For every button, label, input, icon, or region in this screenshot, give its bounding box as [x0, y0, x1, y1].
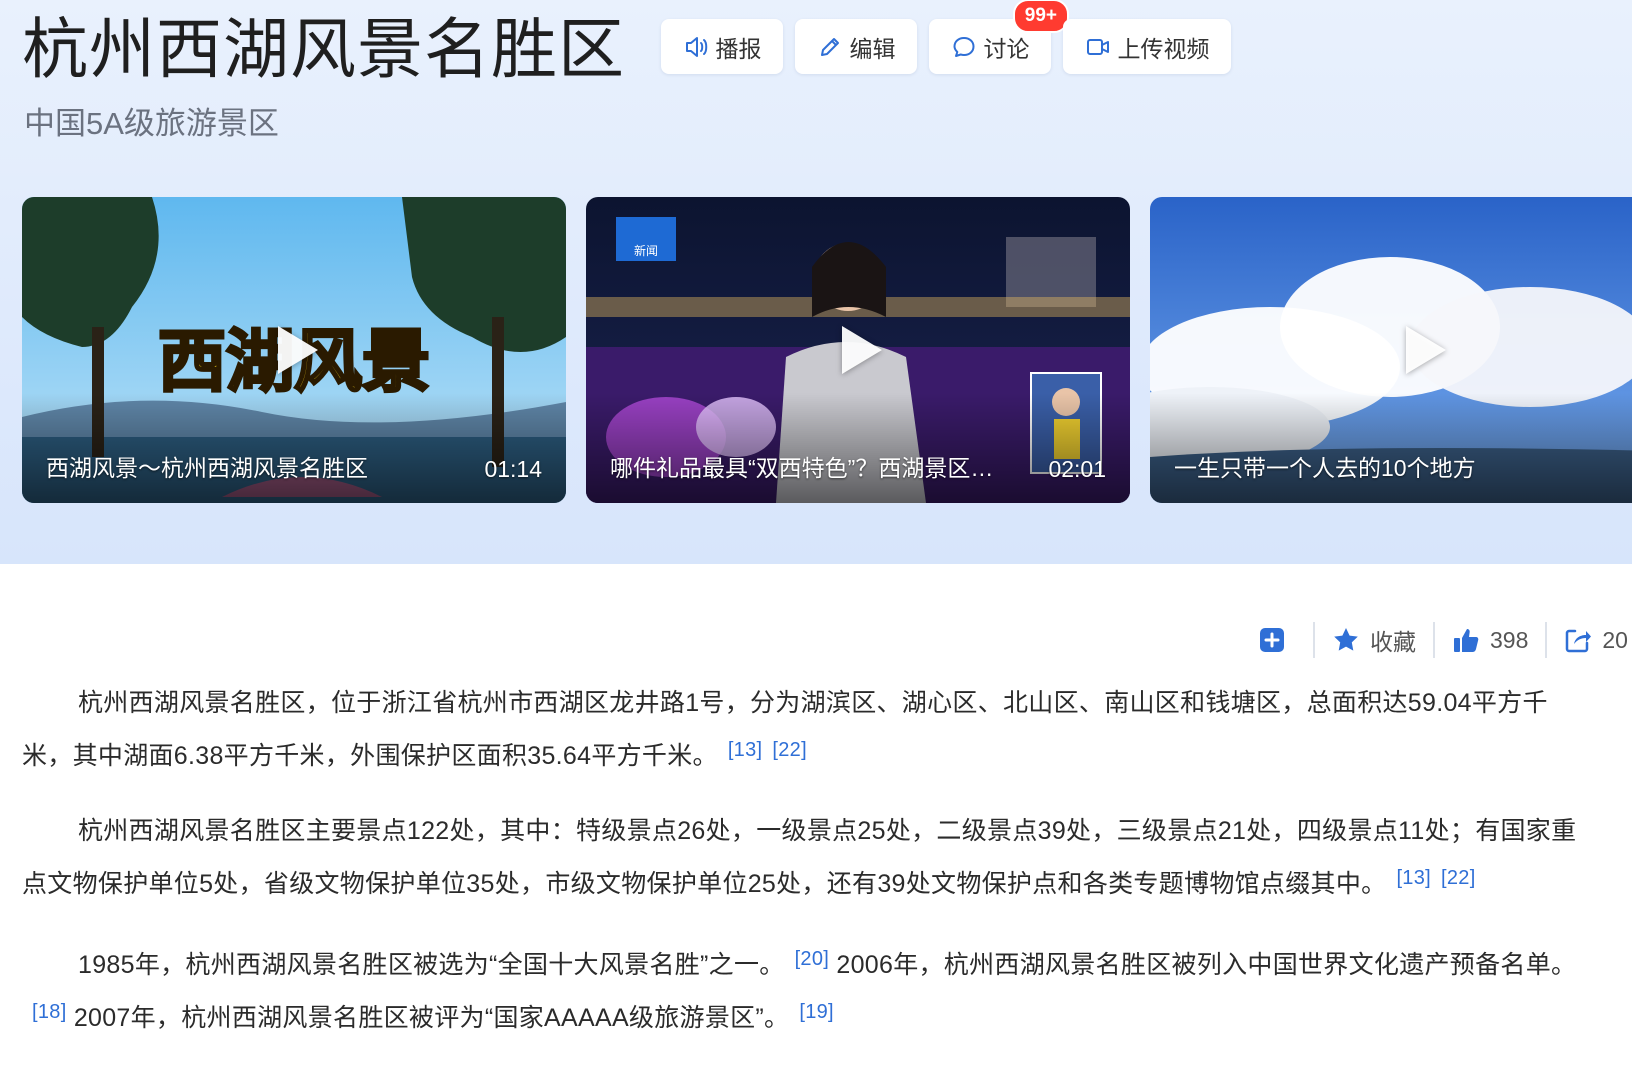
share-count: 20	[1602, 626, 1628, 653]
collect-label: 收藏	[1370, 629, 1416, 655]
paragraph-text: 1985年，杭州西湖风景名胜区被选为“全国十大风景名胜”之一。	[78, 951, 785, 979]
video-card-2[interactable]: 新闻 哪件礼品最具“双西特色”？西湖景区… 02:01	[586, 197, 1130, 503]
stats-bar: 收藏 398 20	[1258, 620, 1628, 660]
share-icon	[1566, 629, 1592, 653]
discuss-button[interactable]: 讨论 99+	[929, 0, 1069, 74]
video-duration-1: 01:14	[484, 456, 542, 482]
edit-button[interactable]: 编辑	[795, 19, 917, 74]
citation-link[interactable]: [13]	[728, 739, 763, 761]
thumbs-up-icon	[1454, 629, 1479, 652]
video-shade	[22, 393, 566, 503]
hero-banner: 杭州西湖风景名胜区 中国5A级旅游景区 播报 编辑 讨论 99+ 上传视频 西湖…	[0, 0, 1632, 564]
broadcast-button[interactable]: 播报	[661, 19, 783, 74]
video-duration-2: 02:01	[1048, 456, 1106, 482]
star-icon	[1334, 628, 1358, 651]
video-shade	[1150, 393, 1632, 503]
video-card-3[interactable]: 一生只带一个人去的10个地方 00	[1150, 197, 1632, 503]
video-camera-icon	[1086, 38, 1109, 55]
paragraph-3: 1985年，杭州西湖风景名胜区被选为“全国十大风景名胜”之一。 [20] 2006…	[22, 936, 1582, 1042]
citation-link[interactable]: [20]	[795, 948, 830, 970]
like-button[interactable]: 398	[1452, 626, 1528, 654]
upload-video-label: 上传视频	[1117, 35, 1210, 62]
citation-link[interactable]: [13]	[1396, 867, 1431, 889]
page-subtitle: 中国5A级旅游景区	[24, 106, 279, 141]
chat-bubble-icon	[953, 36, 974, 57]
paragraph-text: 杭州西湖风景名胜区主要景点122处，其中：特级景点26处，一级景点25处，二级景…	[22, 817, 1577, 898]
channel-logo-text: 新闻	[634, 243, 658, 258]
paragraph-text: 2006年，杭州西湖风景名胜区被列入中国世界文化遗产预备名单。	[836, 951, 1577, 979]
citation-link[interactable]: [22]	[772, 739, 807, 761]
citation-link[interactable]: [22]	[1441, 867, 1476, 889]
play-icon[interactable]	[1406, 326, 1446, 374]
discuss-label: 讨论	[983, 35, 1030, 62]
video-title-1: 西湖风景～杭州西湖风景名胜区	[46, 455, 368, 481]
paragraph-2: 杭州西湖风景名胜区主要景点122处，其中：特级景点26处，一级景点25处，二级景…	[22, 808, 1582, 908]
video-card-1[interactable]: 西湖风景 西湖风景～杭州西湖风景名胜区 01:14	[22, 197, 566, 503]
divider	[1545, 622, 1548, 658]
edit-label: 编辑	[849, 35, 896, 62]
pencil-icon	[820, 37, 839, 56]
paragraph-1: 杭州西湖风景名胜区，位于浙江省杭州市西湖区龙井路1号，分为湖滨区、湖心区、北山区…	[22, 680, 1582, 780]
video-title-3: 一生只带一个人去的10个地方	[1174, 455, 1476, 481]
article-body: 杭州西湖风景名胜区，位于浙江省杭州市西湖区龙井路1号，分为湖滨区、湖心区、北山区…	[22, 680, 1582, 1070]
speaker-icon	[685, 36, 707, 57]
add-box-icon	[1260, 628, 1284, 652]
page-title: 杭州西湖风景名胜区	[22, 11, 625, 88]
upload-video-button[interactable]: 上传视频	[1063, 19, 1231, 74]
citation-link[interactable]: [19]	[799, 1001, 834, 1023]
video-shade	[586, 393, 1130, 503]
share-button[interactable]: 20	[1564, 626, 1628, 654]
add-button[interactable]	[1258, 626, 1296, 654]
play-icon[interactable]	[842, 326, 882, 374]
play-icon[interactable]	[278, 326, 318, 374]
broadcast-label: 播报	[715, 35, 762, 62]
video-title-2: 哪件礼品最具“双西特色”？西湖景区…	[610, 455, 994, 481]
citation-link[interactable]: [18]	[32, 1001, 67, 1023]
divider	[1433, 622, 1435, 658]
discuss-count-badge: 99+	[1012, 0, 1069, 33]
like-count: 398	[1490, 626, 1529, 653]
divider	[1313, 622, 1315, 658]
collect-button[interactable]: 收藏	[1332, 623, 1416, 657]
paragraph-text: 2007年，杭州西湖风景名胜区被评为“国家AAAAA级旅游景区”。	[73, 1004, 790, 1032]
